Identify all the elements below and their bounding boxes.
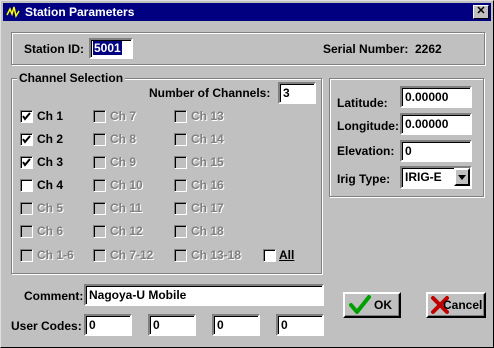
elevation-label: Elevation: [337, 144, 395, 158]
channel-checkbox-label: Ch 17 [191, 201, 224, 215]
app-icon [6, 6, 20, 18]
irig-type-value: IRIG-E [405, 170, 442, 184]
checkmark-icon [349, 295, 371, 314]
num-channels-input[interactable]: 3 [278, 82, 316, 104]
channel-checkbox [93, 202, 106, 215]
channel-checkbox-label: Ch 10 [110, 178, 143, 192]
ok-button[interactable]: OK [343, 292, 401, 318]
channel-checkbox [93, 225, 106, 238]
channel-checkbox [20, 249, 33, 262]
serial-number-label: Serial Number: [323, 42, 409, 56]
latitude-label: Latitude: [337, 96, 388, 110]
user-code-2-input[interactable]: 0 [148, 314, 196, 336]
user-code-1-value: 0 [89, 318, 96, 332]
irig-type-label: Irig Type: [337, 172, 391, 186]
comment-value: Nagoya-U Mobile [89, 288, 187, 302]
channel-checkbox-label: Ch 7-12 [110, 248, 154, 262]
user-code-4-input[interactable]: 0 [276, 314, 324, 336]
window-title: Station Parameters [25, 5, 135, 19]
num-channels-value: 3 [283, 86, 290, 100]
user-codes-label: User Codes: [11, 319, 82, 333]
close-button[interactable]: ✕ [473, 5, 489, 19]
channel-checkbox-label: Ch 11 [110, 201, 143, 215]
dropdown-arrow-button[interactable] [454, 168, 470, 186]
num-channels-label: Number of Channels: [149, 86, 271, 100]
channel-checkbox [174, 156, 187, 169]
station-id-input[interactable]: 5001 [89, 38, 133, 59]
channel-checkbox [174, 179, 187, 192]
ok-label: OK [374, 298, 392, 312]
chevron-down-icon [458, 175, 466, 180]
check-icon [22, 112, 31, 121]
channel-checkbox [174, 202, 187, 215]
channel-checkbox-label: Ch 2 [37, 132, 64, 146]
longitude-input[interactable]: 0.00000 [400, 113, 472, 135]
channel-checkbox-label: Ch 14 [191, 132, 224, 146]
station-id-value: 5001 [93, 41, 122, 55]
channel-checkbox-label: Ch 18 [191, 224, 224, 238]
channel-checkbox-label: Ch 3 [37, 155, 64, 169]
channel-checkbox[interactable] [20, 133, 33, 146]
channel-checkbox-label: Ch 16 [191, 178, 224, 192]
channel-checkbox[interactable] [20, 156, 33, 169]
user-code-3-input[interactable]: 0 [212, 314, 260, 336]
channel-checkbox-label: Ch 13 [191, 109, 224, 123]
channel-checkbox-label: Ch 5 [37, 201, 64, 215]
elevation-value: 0 [405, 144, 412, 158]
user-code-4-value: 0 [281, 318, 288, 332]
comment-label: Comment: [24, 289, 84, 303]
channel-checkbox[interactable] [20, 110, 33, 123]
user-code-2-value: 0 [153, 318, 160, 332]
channel-checkbox-label: Ch 12 [110, 224, 143, 238]
cancel-button[interactable]: Cancel [426, 292, 486, 318]
all-label-text: All [279, 248, 295, 262]
user-code-3-value: 0 [217, 318, 224, 332]
latitude-value: 0.00000 [405, 90, 449, 104]
elevation-input[interactable]: 0 [400, 140, 472, 162]
channel-selection-group [11, 78, 322, 274]
irig-type-select[interactable]: IRIG-E [400, 166, 472, 189]
longitude-label: Longitude: [337, 119, 399, 133]
close-icon: ✕ [476, 5, 486, 17]
channel-checkbox [93, 133, 106, 146]
channel-checkbox-label: Ch 4 [37, 178, 64, 192]
channel-checkbox-label: Ch 1-6 [37, 248, 74, 262]
comment-input[interactable]: Nagoya-U Mobile [84, 284, 324, 306]
channel-checkbox-label: Ch 15 [191, 155, 224, 169]
channel-checkbox [174, 225, 187, 238]
channel-checkbox[interactable] [20, 179, 33, 192]
all-checkbox[interactable] [263, 249, 276, 262]
title-bar[interactable]: Station Parameters ✕ [3, 3, 491, 21]
channel-checkbox-label: Ch 13-18 [191, 248, 242, 262]
channel-checkbox [93, 179, 106, 192]
station-parameters-dialog: Station Parameters ✕ Station ID: 5001 Se… [0, 0, 494, 348]
channel-checkbox [20, 202, 33, 215]
all-checkbox-label: All [279, 248, 294, 262]
channel-checkbox [93, 156, 106, 169]
channel-checkbox [174, 110, 187, 123]
channel-checkbox [20, 225, 33, 238]
channel-checkbox [174, 133, 187, 146]
user-code-1-input[interactable]: 0 [84, 314, 132, 336]
channel-checkbox-label: Ch 1 [37, 109, 64, 123]
latitude-input[interactable]: 0.00000 [400, 86, 472, 108]
channel-checkbox [93, 249, 106, 262]
channel-checkbox [93, 110, 106, 123]
channel-checkbox-label: Ch 9 [110, 155, 137, 169]
channel-checkbox-label: Ch 8 [110, 132, 137, 146]
longitude-value: 0.00000 [405, 117, 449, 131]
channel-selection-title: Channel Selection [17, 71, 126, 85]
check-icon [22, 135, 31, 144]
serial-number-value: 2262 [415, 42, 442, 56]
channel-checkbox-label: Ch 7 [110, 109, 137, 123]
check-icon [22, 158, 31, 167]
cancel-label: Cancel [443, 298, 483, 312]
channel-checkbox [174, 249, 187, 262]
station-id-label: Station ID: [24, 42, 84, 56]
channel-checkbox-label: Ch 6 [37, 224, 64, 238]
